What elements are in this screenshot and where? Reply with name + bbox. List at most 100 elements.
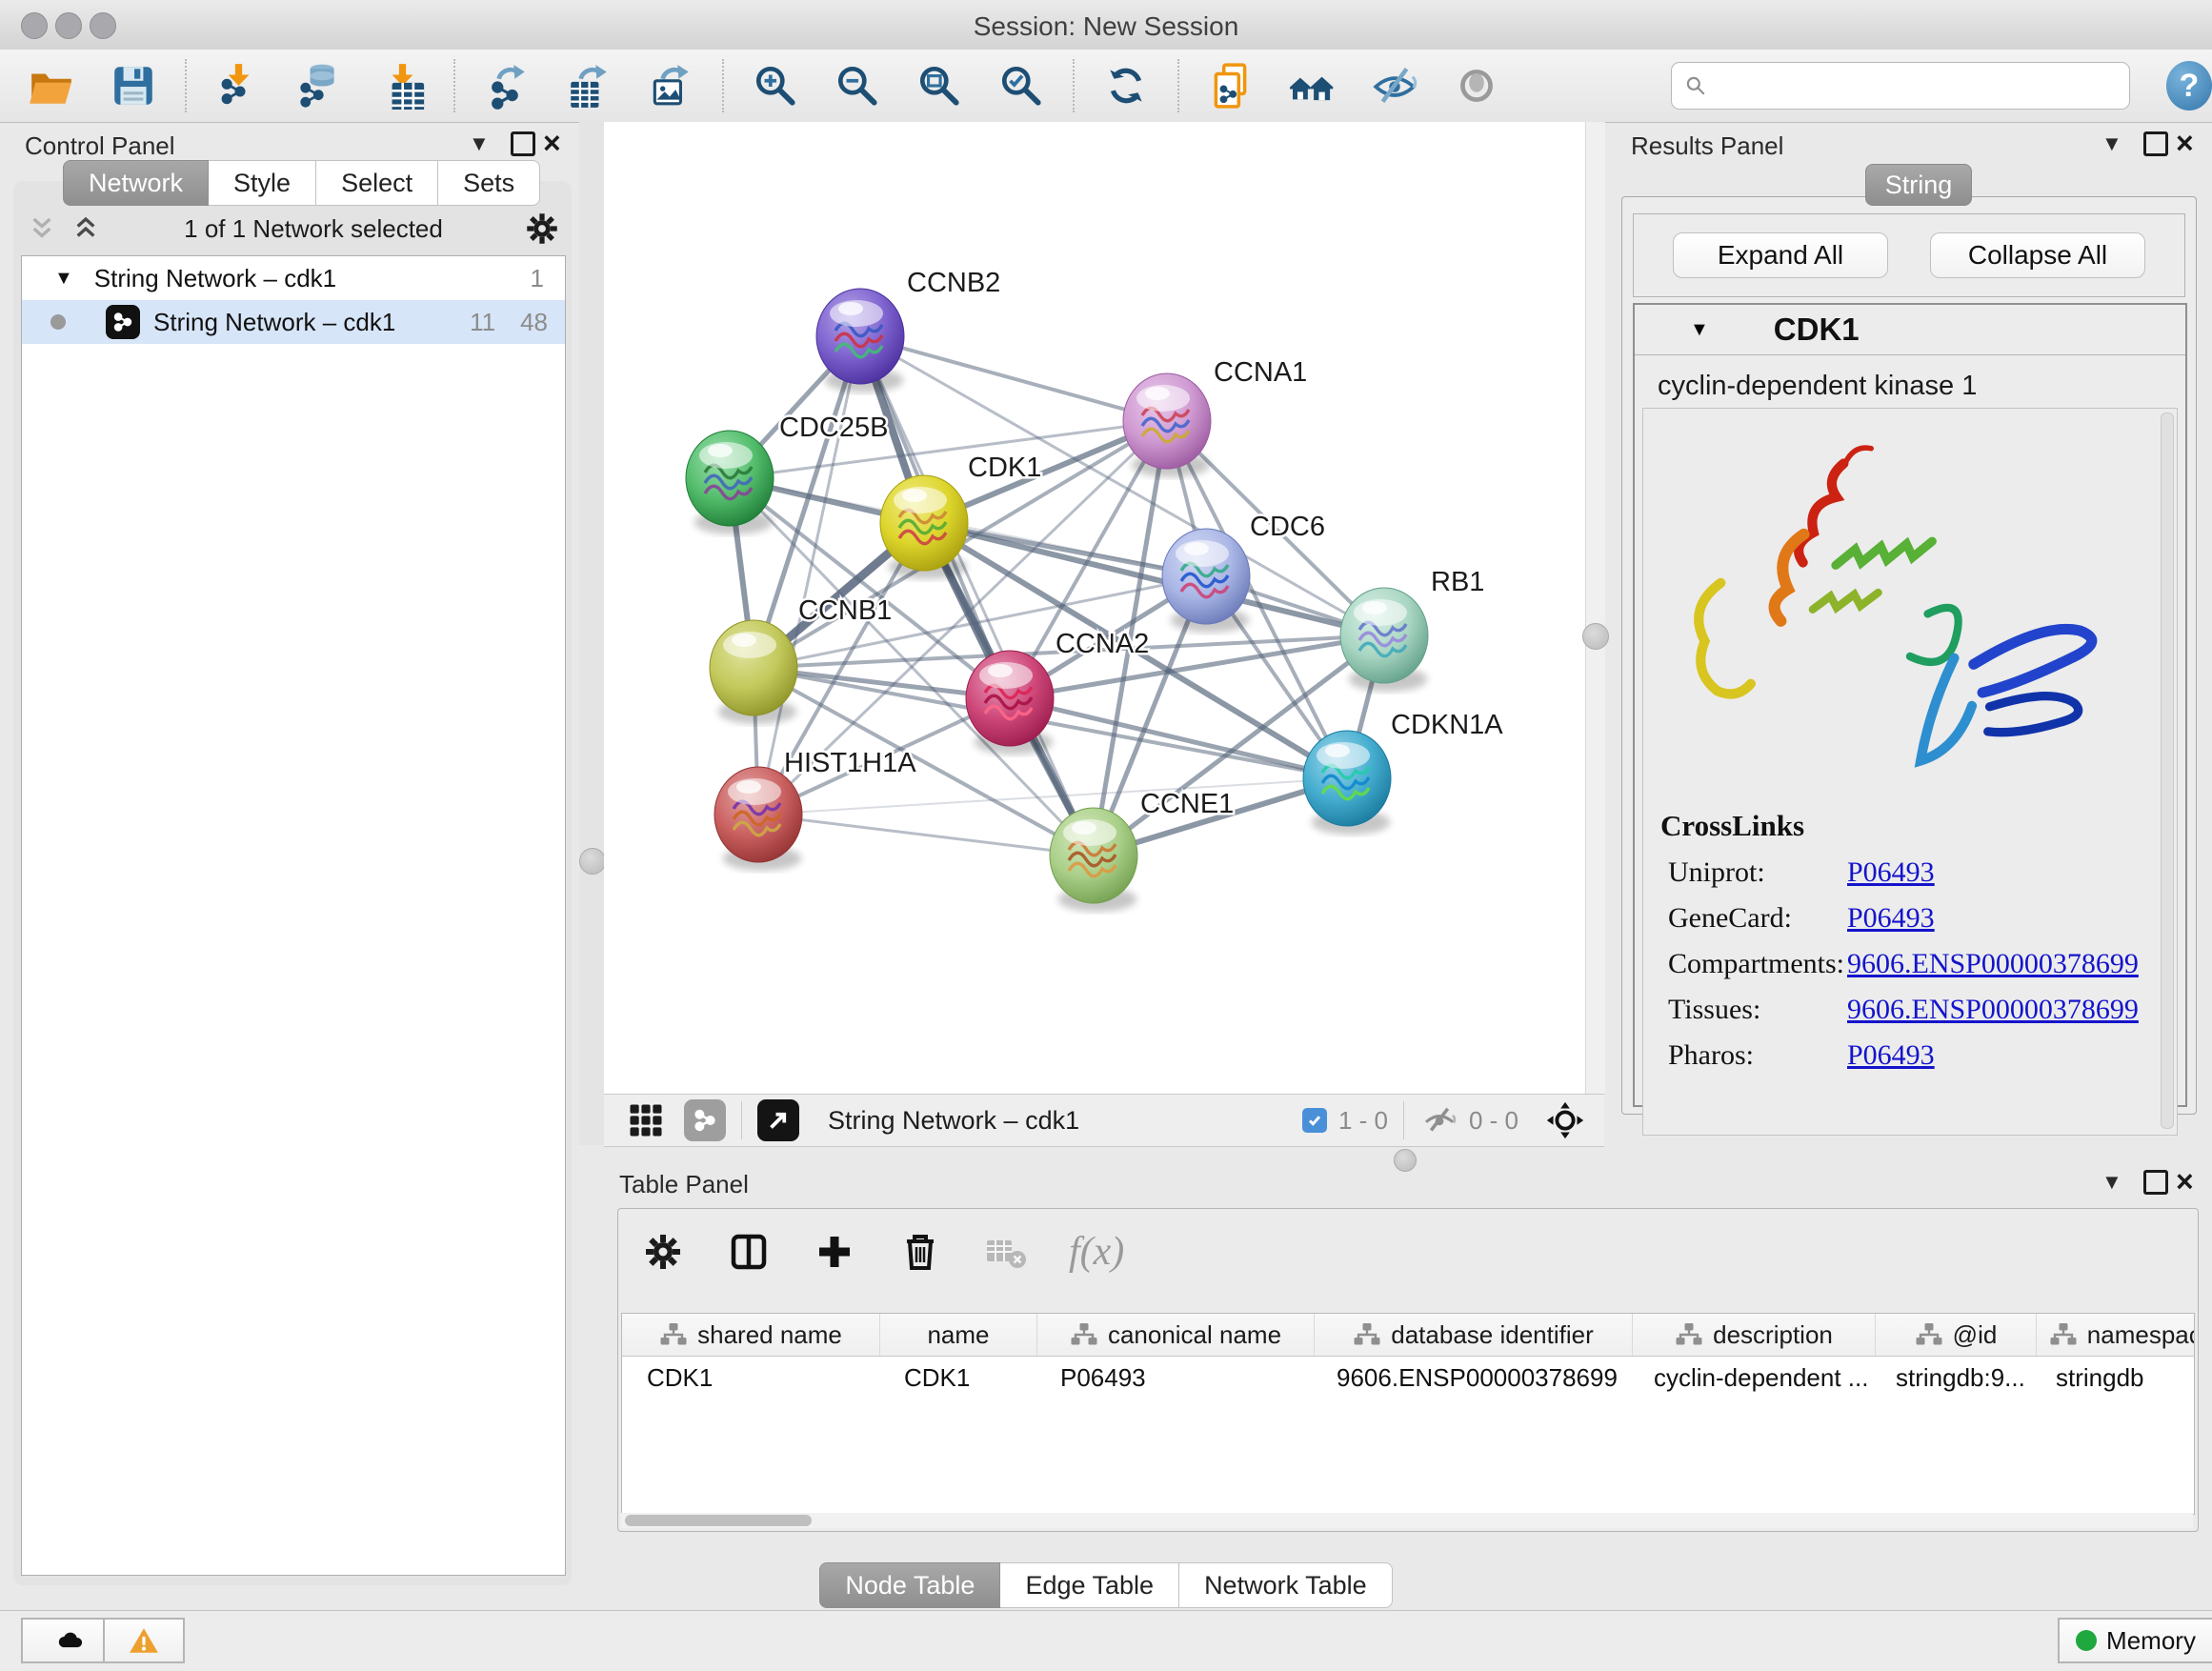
table-gear-icon[interactable] [640, 1229, 686, 1275]
table-row[interactable]: CDK1CDK1P064939606.ENSP00000378699cyclin… [622, 1357, 2194, 1399]
gene-collapse-icon[interactable]: ▼ [1690, 319, 1709, 341]
node-CCNE1[interactable]: CCNE1 [1050, 789, 1234, 912]
network-collection-row[interactable]: ▼ String Network – cdk1 1 [22, 256, 565, 300]
results-scrollbar[interactable] [2161, 413, 2174, 1129]
table-panel-close-icon[interactable]: × [2176, 1166, 2194, 1197]
zoom-out-icon[interactable] [833, 61, 882, 111]
control-tab-select[interactable]: Select [316, 160, 438, 206]
table-panel-float-icon[interactable] [2143, 1170, 2168, 1195]
control-tab-style[interactable]: Style [209, 160, 316, 206]
gene-section: ▼ CDK1 cyclin-dependent kinase 1 CrossLi… [1633, 303, 2187, 1107]
control-panel-close-icon[interactable]: × [543, 128, 561, 158]
crosslink-link[interactable]: P06493 [1847, 902, 1935, 935]
table-tab-network-table[interactable]: Network Table [1179, 1562, 1393, 1608]
table-hscrollbar-thumb[interactable] [625, 1515, 812, 1526]
network-edge-count: 48 [520, 308, 548, 337]
column-header-@id[interactable]: @id [1876, 1314, 2037, 1356]
column-header-database-identifier[interactable]: database identifier [1315, 1314, 1633, 1356]
refresh-layout-icon[interactable] [1101, 61, 1151, 111]
search-input[interactable] [1716, 70, 2118, 102]
network-footer-bar: String Network – cdk1 1 - 0 0 - 0 [604, 1094, 1604, 1147]
table-tab-edge-table[interactable]: Edge Table [1000, 1562, 1179, 1608]
import-network-file-icon[interactable] [213, 61, 263, 111]
column-header-namespace[interactable]: namespace [2037, 1314, 2195, 1356]
grid-overview-icon[interactable] [625, 1099, 667, 1141]
expand-all-chevron-icon[interactable] [67, 210, 105, 248]
selected-checkbox-icon[interactable] [1302, 1108, 1327, 1133]
split-columns-icon[interactable] [726, 1229, 772, 1275]
results-panel-float-icon[interactable] [2143, 131, 2168, 156]
help-button[interactable]: ? [2166, 61, 2212, 111]
main-toolbar: ? [0, 50, 2212, 123]
search-box[interactable] [1671, 62, 2130, 110]
column-header-description[interactable]: description [1633, 1314, 1876, 1356]
control-panel-collapse-icon[interactable]: ▼ [469, 133, 490, 154]
import-network-database-icon[interactable] [295, 61, 345, 111]
node-CDC25B[interactable]: CDC25B [686, 413, 888, 534]
collapse-all-chevron-icon[interactable] [23, 210, 61, 248]
control-tab-network[interactable]: Network [63, 160, 209, 206]
zoom-in-icon[interactable] [751, 61, 800, 111]
crosslink-link[interactable]: P06493 [1847, 1039, 1935, 1072]
zoom-selected-icon[interactable] [996, 61, 1046, 111]
expand-all-button[interactable]: Expand All [1673, 232, 1888, 278]
left-splitter[interactable] [579, 122, 604, 1145]
column-header-canonical-name[interactable]: canonical name [1037, 1314, 1315, 1356]
search-icon [1683, 73, 1708, 98]
results-tab-string[interactable]: String [1865, 164, 1972, 206]
export-network-icon[interactable] [482, 61, 532, 111]
results-panel-collapse-icon[interactable]: ▼ [2101, 133, 2122, 154]
node-CCNB2[interactable]: CCNB2 [816, 268, 1000, 393]
network-graph[interactable]: CCNB2CCNA1CDC25BCDK1CDC6RB1CCNB1CCNA2CDK… [604, 122, 1585, 1094]
export-image-icon[interactable] [646, 61, 695, 111]
export-table-icon[interactable] [564, 61, 613, 111]
open-in-window-icon[interactable] [757, 1099, 799, 1141]
node-CCNB1[interactable]: CCNB1 [710, 595, 892, 724]
column-header-name[interactable]: name [880, 1314, 1037, 1356]
eye-slash-icon[interactable] [1370, 61, 1419, 111]
crosshair-icon[interactable] [1543, 1098, 1587, 1142]
table-tab-node-table[interactable]: Node Table [819, 1562, 1000, 1608]
crosslink-link[interactable]: P06493 [1847, 856, 1935, 889]
control-tab-sets[interactable]: Sets [438, 160, 540, 206]
results-panel-close-icon[interactable]: × [2176, 128, 2194, 158]
network-canvas[interactable]: CCNB2CCNA1CDC25BCDK1CDC6RB1CCNB1CCNA2CDK… [604, 122, 1585, 1094]
tree-expand-icon[interactable]: ▼ [54, 268, 73, 290]
gear-icon[interactable] [522, 209, 562, 249]
gray-orb-icon[interactable] [1452, 61, 1501, 111]
table-hscrollbar[interactable] [621, 1513, 2193, 1528]
add-column-icon[interactable] [812, 1229, 857, 1275]
gene-section-header[interactable]: ▼ CDK1 [1635, 305, 2185, 355]
save-session-icon[interactable] [109, 61, 158, 111]
crosslink-row: Uniprot:P06493 [1643, 856, 2177, 889]
node-RB1[interactable]: RB1 [1340, 567, 1484, 692]
svg-text:RB1: RB1 [1431, 567, 1484, 597]
import-table-icon[interactable] [377, 61, 427, 111]
network-row-selected[interactable]: String Network – cdk1 11 48 [22, 300, 565, 344]
share-view-icon[interactable] [684, 1099, 726, 1141]
annotation-documents-icon[interactable] [1206, 61, 1256, 111]
expand-collapse-box: Expand All Collapse All [1633, 213, 2185, 297]
node-HIST1H1A[interactable]: HIST1H1A [714, 748, 916, 871]
crosslink-link[interactable]: 9606.ENSP00000378699 [1847, 948, 2139, 980]
birdseye-houses-icon[interactable] [1288, 61, 1337, 111]
node-CDKN1A[interactable]: CDKN1A [1303, 710, 1503, 835]
right-splitter-handle[interactable] [1582, 623, 1609, 650]
memory-button[interactable]: Memory [2058, 1618, 2212, 1663]
hidden-eye-icon[interactable] [1419, 1100, 1459, 1140]
crosslink-label: GeneCard: [1668, 902, 1847, 935]
control-panel-float-icon[interactable] [511, 131, 535, 156]
column-header-shared-name[interactable]: shared name [622, 1314, 880, 1356]
warning-button[interactable] [103, 1618, 185, 1663]
collapse-all-button[interactable]: Collapse All [1930, 232, 2145, 278]
node-CCNA1[interactable]: CCNA1 [1123, 357, 1307, 477]
left-splitter-handle[interactable] [579, 848, 606, 875]
table-panel-collapse-icon[interactable]: ▼ [2101, 1172, 2122, 1193]
zoom-fit-icon[interactable] [915, 61, 964, 111]
crosslink-link[interactable]: 9606.ENSP00000378699 [1847, 994, 2139, 1026]
delete-column-icon[interactable] [897, 1229, 943, 1275]
gene-name: CDK1 [1774, 312, 1860, 348]
horizontal-splitter-handle[interactable] [1394, 1149, 1417, 1172]
open-session-icon[interactable] [27, 61, 76, 111]
protein-structure-image [1662, 428, 2158, 809]
